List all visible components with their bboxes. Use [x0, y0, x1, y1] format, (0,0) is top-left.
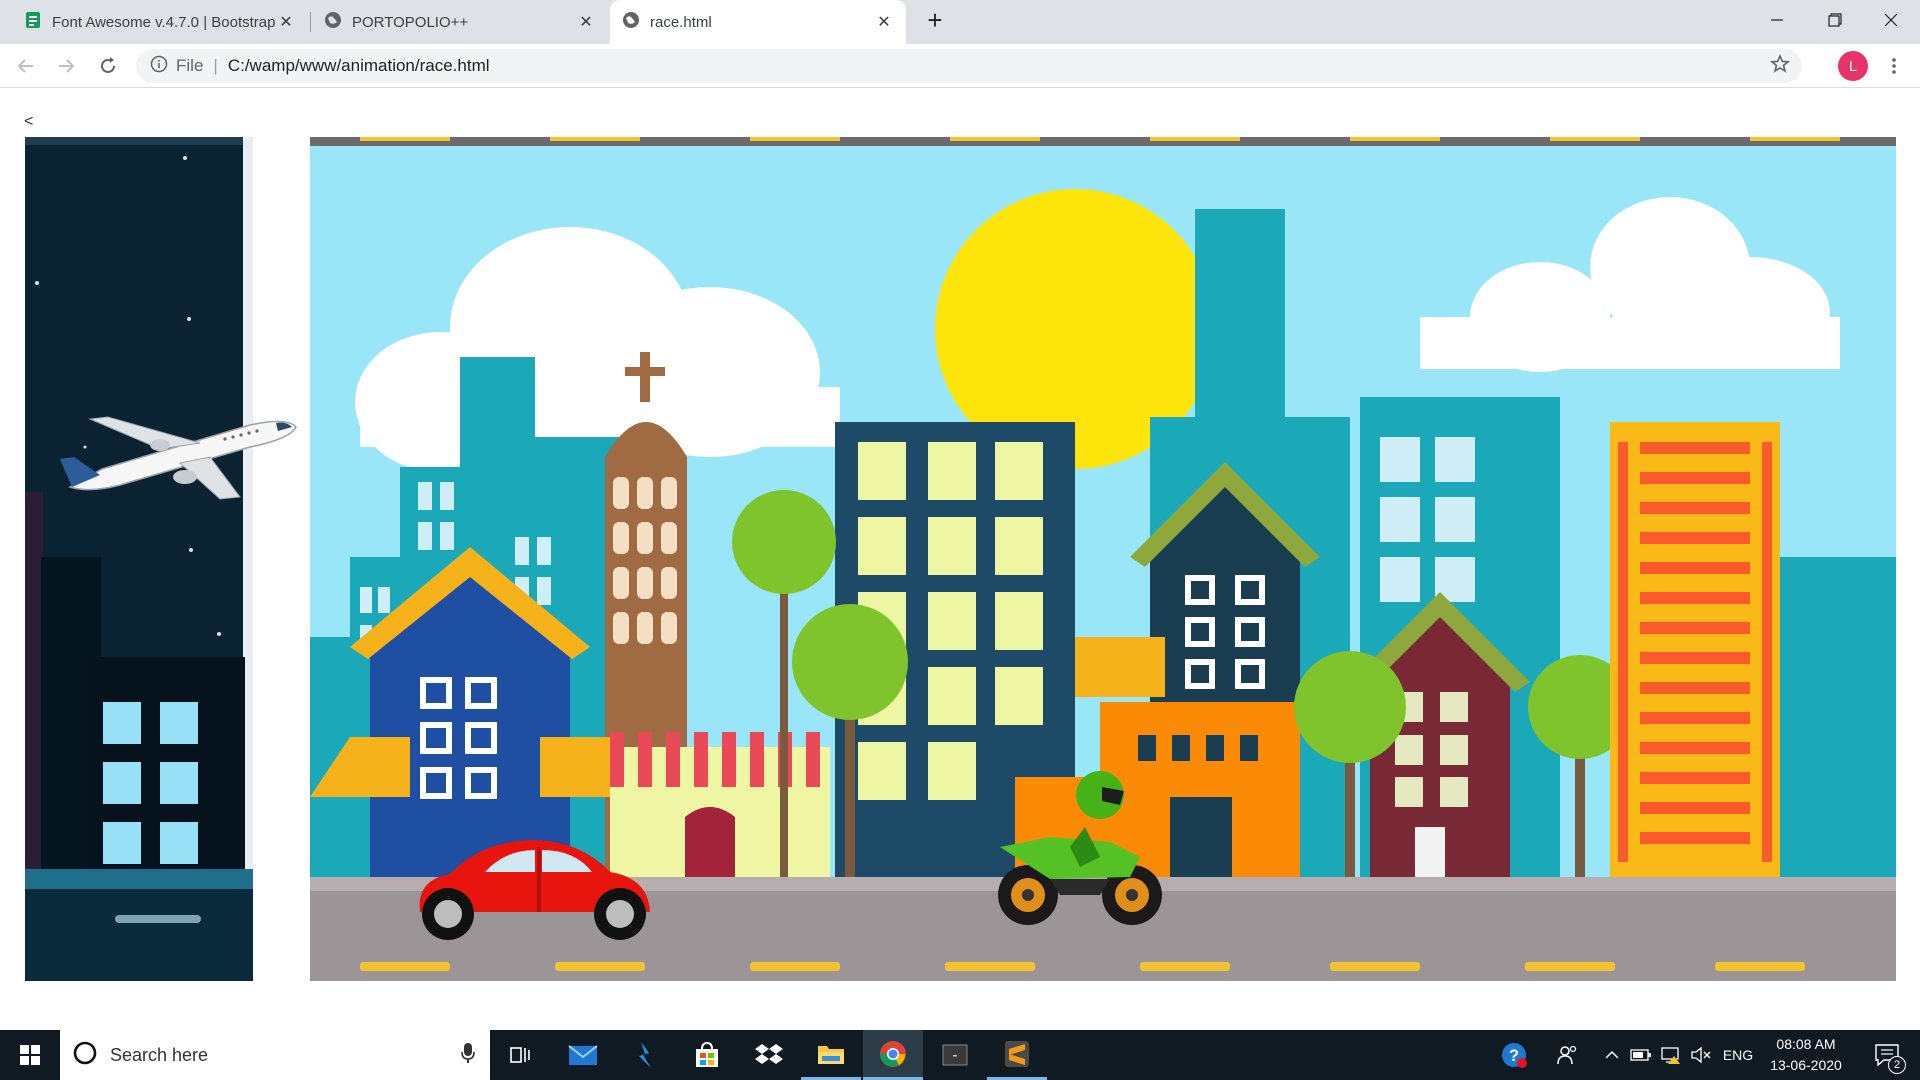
tab-title: Font Awesome v.4.7.0 | Bootstrap: [52, 13, 276, 31]
battery-icon[interactable]: [1628, 1030, 1654, 1080]
task-view-icon: [510, 1047, 530, 1063]
arrow-right-icon: [59, 59, 75, 73]
reload-icon: [101, 57, 115, 73]
url-text[interactable]: C:/wamp/www/animation/race.html: [228, 56, 490, 76]
windows-logo-icon: [20, 1045, 40, 1065]
night-city-scene: [25, 137, 253, 981]
close-window-button[interactable]: [1862, 0, 1920, 40]
restore-button[interactable]: [1806, 0, 1864, 40]
network-icon[interactable]: [1658, 1030, 1684, 1080]
tab-title: race.html: [650, 13, 712, 31]
browser-window: Font Awesome v.4.7.0 | Bootstrap ✕ PORTO…: [0, 0, 1920, 1030]
tab-portopolio[interactable]: PORTOPOLIO++ ✕: [312, 0, 608, 44]
search-placeholder: Search here: [110, 1044, 209, 1065]
back-link[interactable]: <: [24, 113, 33, 131]
airplane: [50, 407, 300, 507]
tab-separator: [310, 12, 311, 32]
kebab-menu-icon: [1892, 58, 1896, 74]
clock-time: 08:08 AM: [1776, 1036, 1836, 1052]
tab-strip: Font Awesome v.4.7.0 | Bootstrap ✕ PORTO…: [0, 0, 1920, 44]
close-tab-icon[interactable]: ✕: [576, 12, 596, 32]
red-car: [410, 832, 660, 947]
windows-taskbar: Search here ? ENG 08:08 AM 13-06-2020 2: [0, 1030, 1920, 1080]
profile-avatar[interactable]: L: [1838, 51, 1868, 81]
microphone-icon[interactable]: [460, 1042, 476, 1069]
motorbike-icon: [998, 771, 1162, 925]
address-bar[interactable]: File | C:/wamp/www/animation/race.html: [136, 49, 1802, 83]
globe-icon: [324, 11, 342, 33]
browser-toolbar: File | C:/wamp/www/animation/race.html L: [0, 44, 1920, 88]
back-button[interactable]: [10, 50, 42, 82]
mail-icon: [568, 1045, 598, 1065]
night-panel: [25, 137, 253, 981]
taskbar-store[interactable]: [677, 1030, 737, 1080]
task-view-button[interactable]: [490, 1030, 550, 1080]
tab-font-awesome[interactable]: Font Awesome v.4.7.0 | Bootstrap ✕: [12, 0, 308, 44]
minimize-button[interactable]: [1748, 0, 1806, 40]
action-center-button[interactable]: 2: [1862, 1030, 1912, 1080]
menu-button[interactable]: [1878, 50, 1910, 82]
help-icon[interactable]: ?: [1498, 1030, 1530, 1080]
city-race-scene: [310, 137, 1896, 981]
taskbar-search-box[interactable]: Search here: [60, 1030, 490, 1080]
page-content: <: [0, 89, 1920, 1030]
start-button[interactable]: [0, 1030, 60, 1080]
chrome-icon: [879, 1040, 906, 1067]
spreadsheet-favicon-icon: [24, 11, 42, 33]
bookmark-star-icon[interactable]: [1769, 53, 1791, 79]
arrow-left-icon: [17, 59, 33, 73]
dropbox-icon: [755, 1044, 783, 1064]
lightning-bolt-icon: [639, 1042, 651, 1068]
taskbar-chrome[interactable]: [863, 1030, 923, 1080]
scheme-divider: |: [213, 56, 218, 75]
car-icon: [419, 840, 650, 940]
taskbar-terminal[interactable]: [925, 1030, 985, 1080]
volume-muted-icon[interactable]: [1688, 1030, 1714, 1080]
clock-date: 13-06-2020: [1770, 1057, 1842, 1073]
taskbar-mail[interactable]: [553, 1030, 613, 1080]
sublime-text-icon: [1005, 1040, 1029, 1067]
tab-race[interactable]: race.html ✕: [610, 0, 906, 44]
motorbike-rider: [990, 767, 1165, 932]
chevron-up-icon[interactable]: [1600, 1030, 1624, 1080]
terminal-icon: [942, 1044, 968, 1066]
taskbar-dropbox[interactable]: [739, 1030, 799, 1080]
airplane-icon: [60, 416, 297, 500]
close-tab-icon[interactable]: ✕: [874, 12, 894, 32]
store-bag-icon: [696, 1041, 718, 1067]
people-icon[interactable]: [1552, 1030, 1582, 1080]
profile-initial: L: [1848, 57, 1858, 75]
taskbar-file-explorer[interactable]: [801, 1030, 861, 1080]
info-icon[interactable]: [150, 55, 168, 78]
forward-button[interactable]: [50, 50, 82, 82]
reload-button[interactable]: [92, 50, 124, 82]
globe-icon: [622, 11, 640, 33]
scheme-label: File: [176, 56, 204, 75]
taskbar-visual-studio-code[interactable]: [615, 1030, 675, 1080]
folder-icon: [818, 1045, 844, 1064]
close-tab-icon[interactable]: ✕: [276, 12, 296, 32]
taskbar-clock[interactable]: 08:08 AM 13-06-2020: [1766, 1034, 1846, 1076]
cortana-icon: [72, 1040, 98, 1071]
language-indicator[interactable]: ENG: [1718, 1030, 1758, 1080]
tab-title: PORTOPOLIO++: [352, 13, 469, 31]
taskbar-sublime-text[interactable]: [987, 1030, 1047, 1080]
notification-count-badge: 2: [1888, 1056, 1906, 1074]
new-tab-button[interactable]: +: [917, 0, 953, 40]
